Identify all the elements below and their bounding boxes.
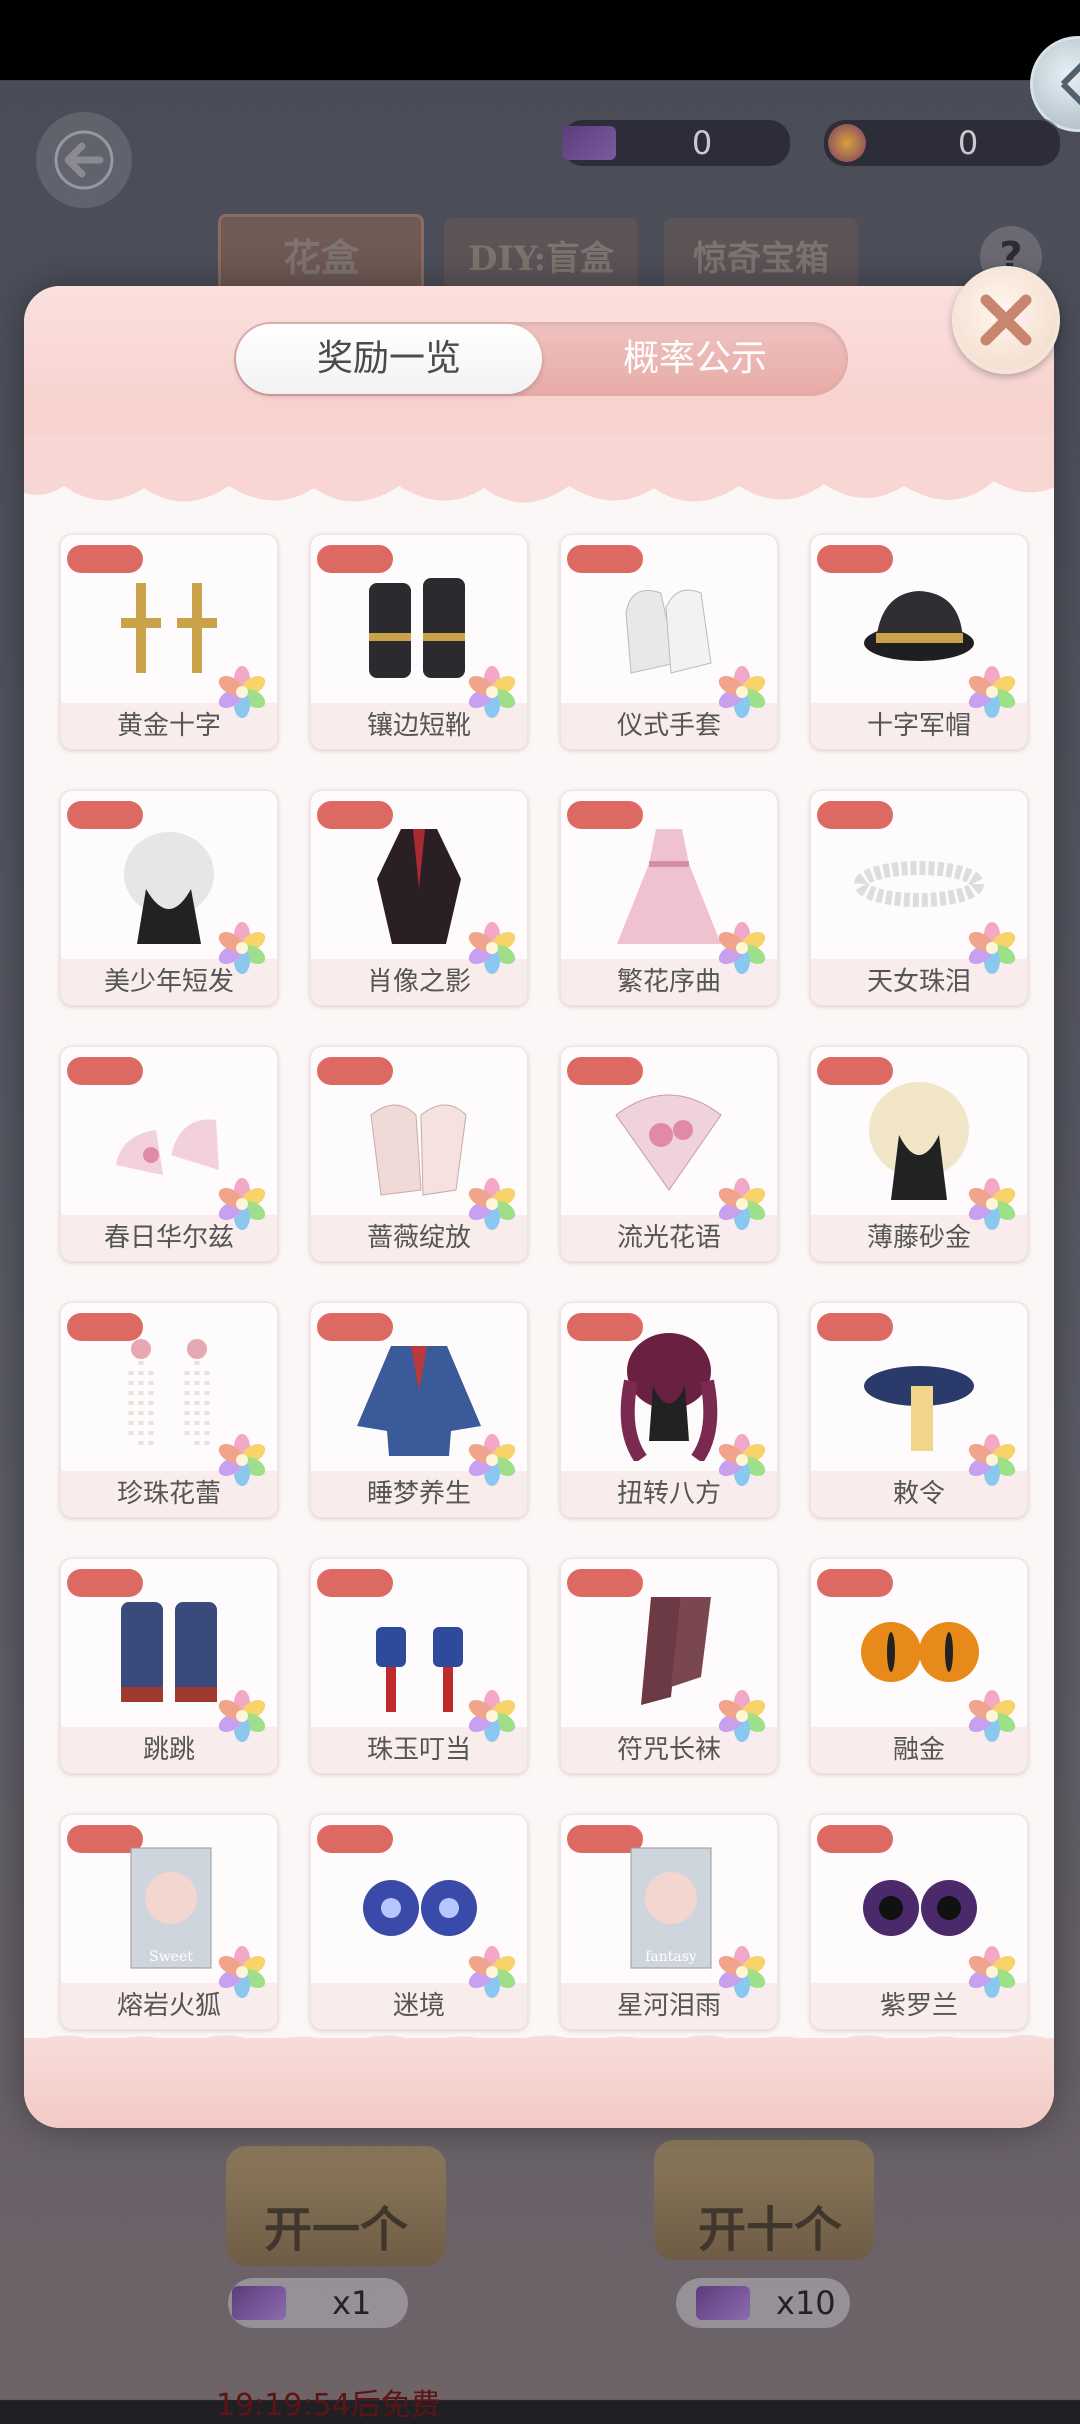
tab-label: DIY:盲盒 — [467, 238, 614, 279]
reward-item-card[interactable]: 紫罗兰 — [810, 1814, 1028, 2030]
cost-label: x1 — [332, 2284, 372, 2322]
reward-item-label: 跳跳 — [142, 1735, 195, 1765]
gift-ticket-icon — [232, 2286, 286, 2320]
reward-item-label: 仪式手套 — [616, 711, 721, 741]
reward-item-card[interactable]: 流光花语 — [560, 1046, 778, 1262]
reward-item-card[interactable]: 天女珠泪 — [810, 790, 1028, 1006]
reward-item-label: 珠玉叮当 — [366, 1735, 471, 1765]
tab-probability[interactable]: 概率公示 — [542, 324, 848, 394]
gift-ticket-icon — [562, 126, 616, 160]
close-button[interactable] — [952, 266, 1060, 374]
back-arrow-icon — [54, 130, 114, 190]
tab-label: 惊奇宝箱 — [693, 238, 829, 279]
open-ten-cost: x10 — [676, 2278, 850, 2328]
gem-count: 0 — [957, 124, 979, 162]
reward-item-card[interactable]: 迷境 — [310, 1814, 528, 2030]
close-icon — [980, 294, 1032, 346]
reward-item-label: 十字军帽 — [866, 711, 971, 741]
reward-item-label: 薄藤砂金 — [866, 1223, 971, 1253]
reward-modal: 奖励一览 概率公示 黄金十字 镶边短靴 仪式手套 十字军帽美少年短发 肖像之影 繁花序曲 天… — [24, 286, 1054, 2128]
gift-ticket-count: 0 — [691, 124, 713, 162]
reward-item-card[interactable]: 肖像之影 — [310, 790, 528, 1006]
tab-diy-blind-box[interactable]: DIY:盲盒 — [444, 218, 638, 292]
reward-item-label: 星河泪雨 — [616, 1991, 721, 2021]
diamond-arrow-icon — [1060, 62, 1080, 106]
reward-item-card[interactable]: fantasy 星河泪雨 — [560, 1814, 778, 2030]
reward-item-card[interactable]: 融金 — [810, 1558, 1028, 1774]
gift-ticket-balance[interactable]: 0 — [560, 118, 792, 168]
reward-item-card[interactable]: Sweet 熔岩火狐 — [60, 1814, 278, 2030]
portrait-card-text: fantasy — [645, 1949, 697, 1965]
reward-item-label: 春日华尔兹 — [103, 1223, 234, 1253]
modal-footer — [24, 2038, 1054, 2128]
reward-item-label: 蔷薇绽放 — [366, 1223, 471, 1253]
reward-item-card[interactable]: 薄藤砂金 — [810, 1046, 1028, 1262]
gem-balance[interactable]: 0 — [822, 118, 1062, 168]
free-timer: 19:19:54后免费 — [216, 2388, 441, 2423]
tab-flower-box[interactable]: 花盒 — [218, 214, 424, 294]
portrait-card-text: Sweet — [149, 1949, 193, 1965]
reward-item-card[interactable]: 繁花序曲 — [560, 790, 778, 1006]
reward-item-label: 美少年短发 — [103, 967, 234, 997]
reward-item-label: 天女珠泪 — [866, 967, 971, 997]
reward-item-label: 敕令 — [892, 1479, 945, 1509]
open-one-label: 开一个 — [263, 2202, 408, 2258]
tab-label: 花盒 — [282, 234, 359, 280]
reward-item-label: 睡梦养生 — [366, 1479, 471, 1509]
reward-item-card[interactable]: 跳跳 — [60, 1558, 278, 1774]
reward-item-label: 融金 — [892, 1735, 945, 1765]
reward-item-label: 肖像之影 — [366, 967, 471, 997]
reward-item-card[interactable]: 睡梦养生 — [310, 1302, 528, 1518]
reward-item-label: 迷境 — [392, 1991, 445, 2021]
reward-item-card[interactable]: 敕令 — [810, 1302, 1028, 1518]
gem-orb-icon — [828, 124, 866, 162]
open-one-cost: x1 — [228, 2278, 408, 2328]
reward-item-card[interactable]: 珠玉叮当 — [310, 1558, 528, 1774]
reward-item-card[interactable]: 十字军帽 — [810, 534, 1028, 750]
tab-surprise-chest[interactable]: 惊奇宝箱 — [664, 218, 858, 292]
reward-item-card[interactable]: 蔷薇绽放 — [310, 1046, 528, 1262]
reward-item-label: 熔岩火狐 — [116, 1991, 221, 2021]
reward-item-label: 紫罗兰 — [879, 1991, 958, 2021]
reward-item-card[interactable]: 镶边短靴 — [310, 534, 528, 750]
gift-ticket-icon — [696, 2286, 750, 2320]
reward-item-label: 珍珠花蕾 — [116, 1479, 221, 1509]
reward-item-label: 黄金十字 — [116, 711, 221, 741]
reward-item-label: 繁花序曲 — [616, 967, 721, 997]
cloud-decoration — [24, 436, 1054, 503]
reward-item-card[interactable]: 美少年短发 — [60, 790, 278, 1006]
reward-item-card[interactable]: 扭转八方 — [560, 1302, 778, 1518]
reward-item-label: 流光花语 — [616, 1223, 721, 1253]
reward-item-card[interactable]: 符咒长袜 — [560, 1558, 778, 1774]
tab-reward-list[interactable]: 奖励一览 — [236, 324, 542, 394]
reward-item-label: 镶边短靴 — [366, 711, 471, 741]
open-ten-label: 开十个 — [697, 2202, 842, 2258]
cost-label: x10 — [776, 2284, 836, 2322]
reward-item-card[interactable]: 仪式手套 — [560, 534, 778, 750]
reward-item-card[interactable]: 春日华尔兹 — [60, 1046, 278, 1262]
status-bar — [0, 0, 1080, 80]
reward-item-label: 符咒长袜 — [616, 1735, 721, 1765]
reward-item-card[interactable]: 珍珠花蕾 — [60, 1302, 278, 1518]
back-button[interactable] — [36, 112, 132, 208]
reward-item-label: 扭转八方 — [616, 1479, 721, 1509]
reward-item-card[interactable]: 黄金十字 — [60, 534, 278, 750]
